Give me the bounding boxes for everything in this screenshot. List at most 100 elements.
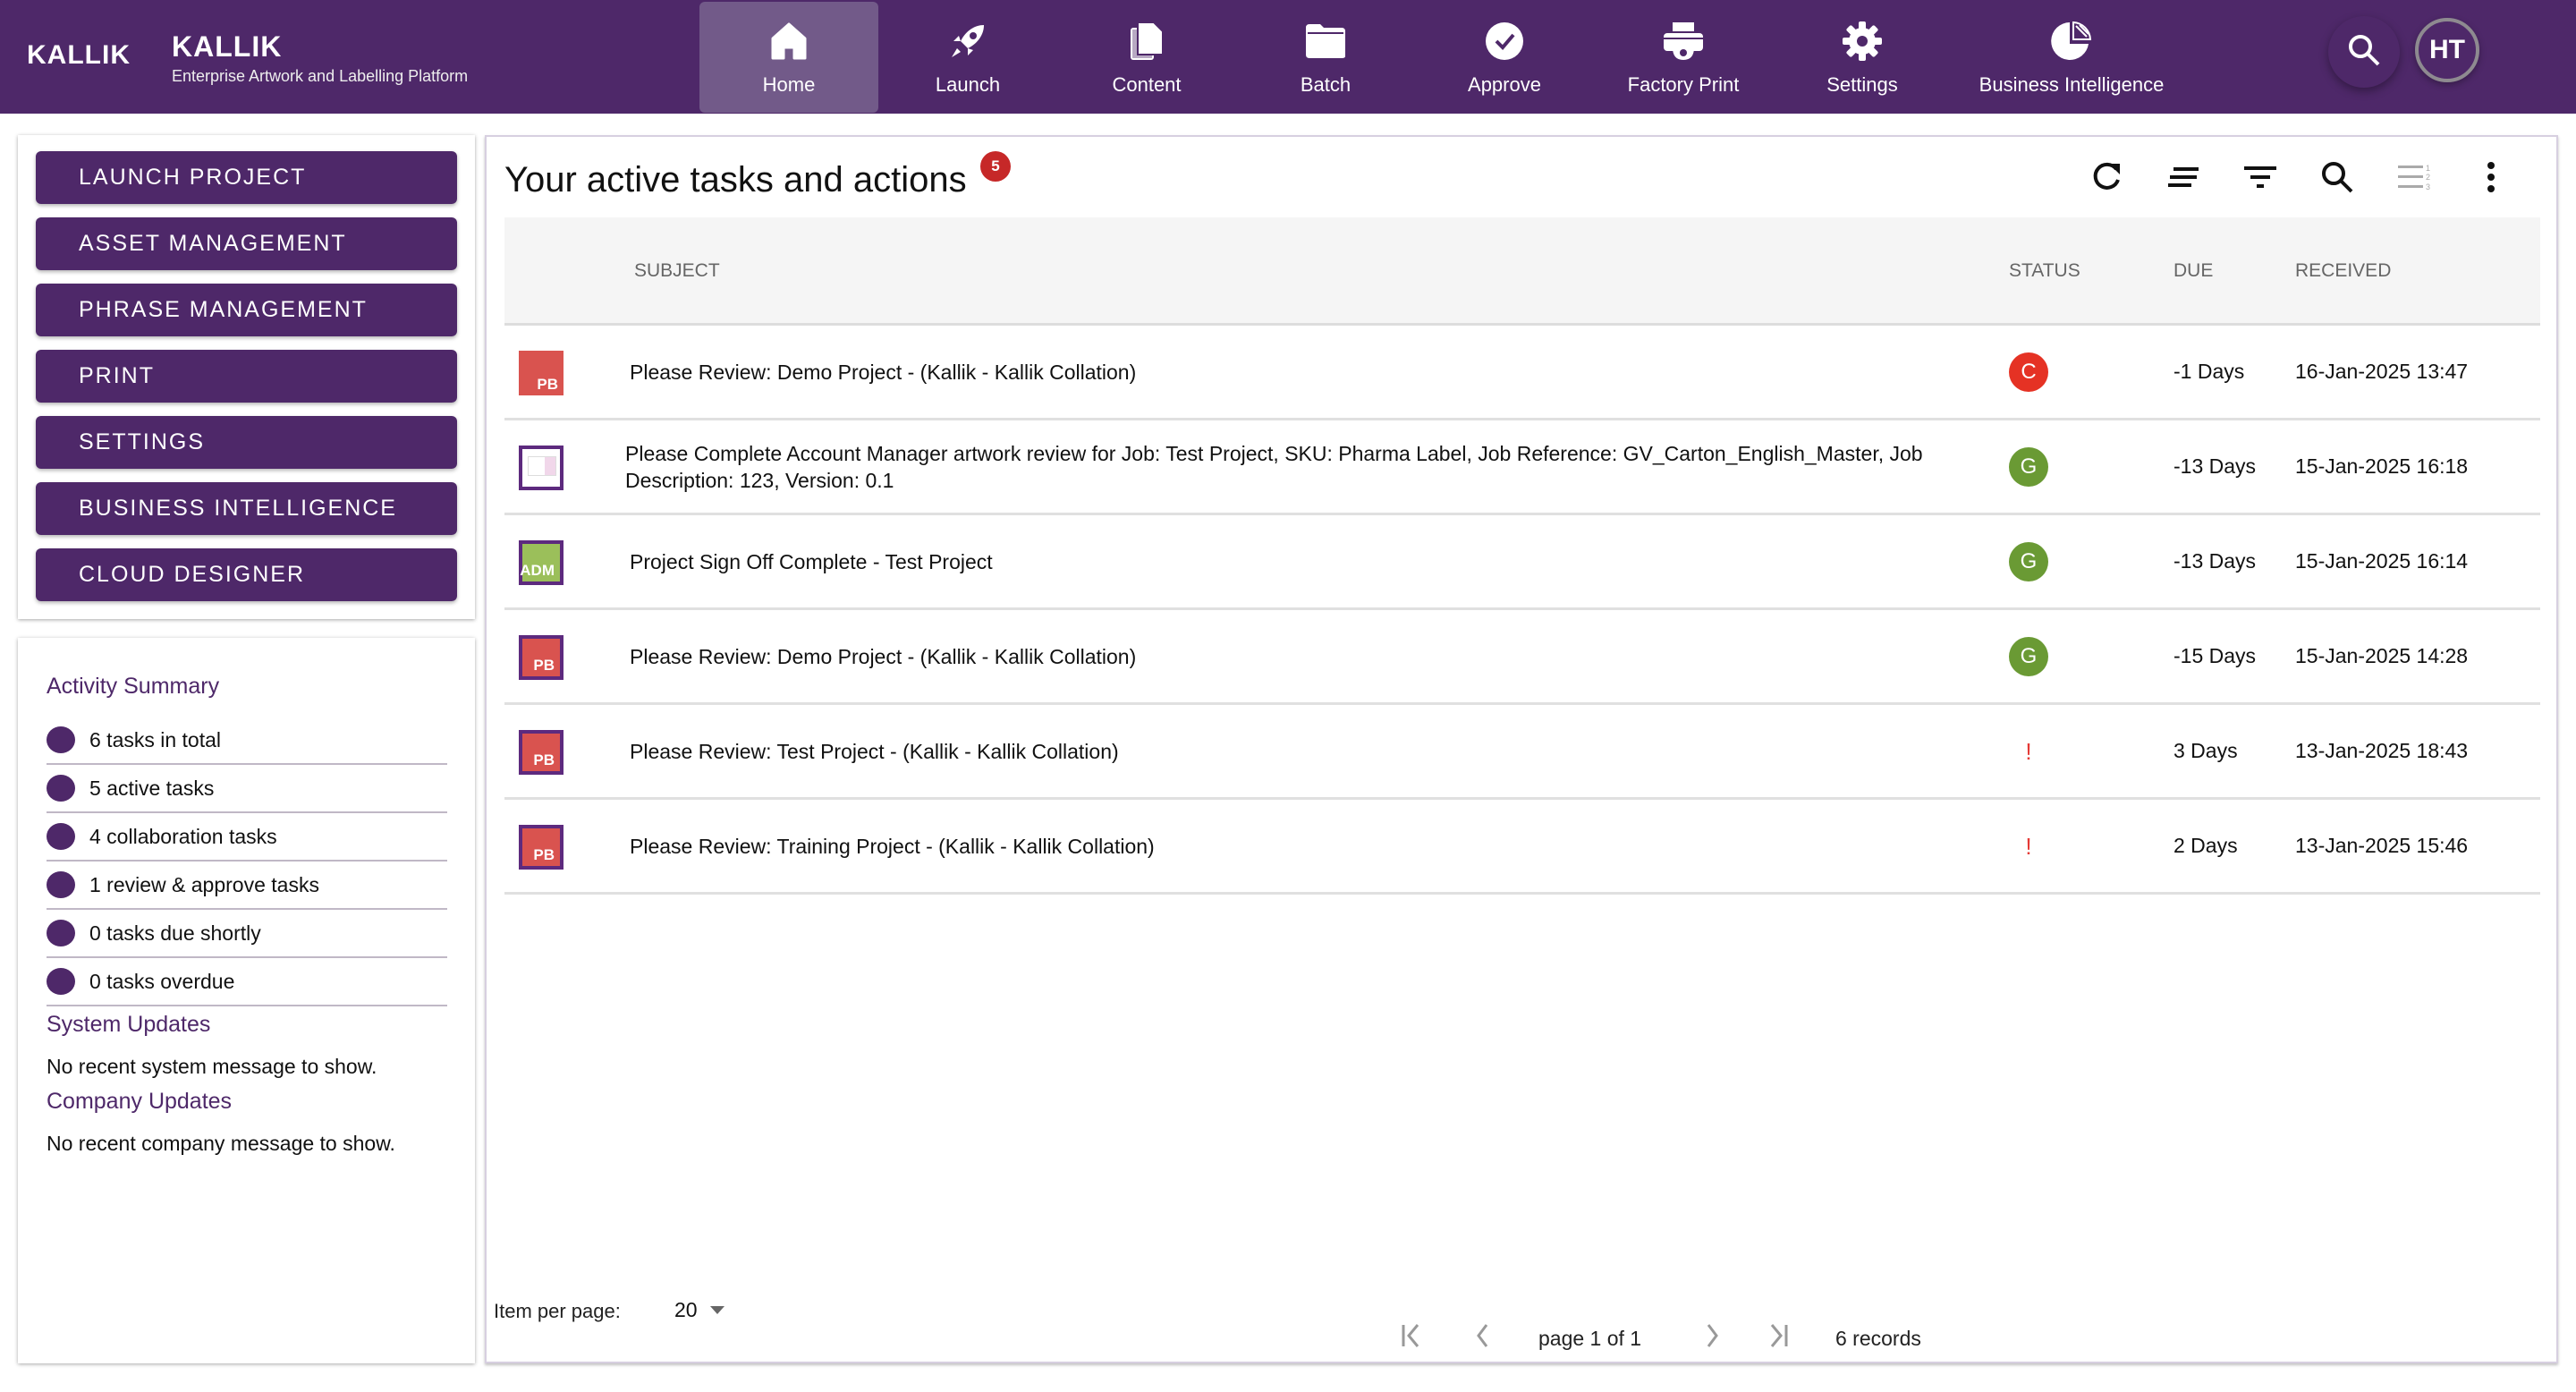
- task-subject[interactable]: Please Review: Training Project - (Kalli…: [630, 800, 1945, 892]
- table-row[interactable]: PB Please Review: Test Project - (Kallik …: [504, 705, 2540, 800]
- column-subject[interactable]: SUBJECT: [634, 260, 720, 282]
- numbered-list-button[interactable]: 123: [2376, 153, 2453, 205]
- artwork-thumbnail[interactable]: [519, 446, 564, 490]
- column-due[interactable]: DUE: [2174, 260, 2213, 282]
- nav-factory-print[interactable]: Factory Print: [1594, 2, 1773, 113]
- nav-launch[interactable]: Launch: [878, 2, 1057, 113]
- phrase-management-button[interactable]: PHRASE MANAGEMENT: [36, 284, 457, 336]
- home-icon: [767, 20, 810, 63]
- company-updates-title: Company Updates: [47, 1089, 233, 1114]
- task-subject[interactable]: Please Complete Account Manager artwork …: [625, 420, 1940, 513]
- table-row[interactable]: PB Please Review: Demo Project - (Kallik …: [504, 326, 2540, 420]
- search-icon: [2320, 160, 2354, 199]
- task-type-thumbnail[interactable]: PB: [519, 635, 564, 680]
- first-page-button[interactable]: [1394, 1320, 1429, 1355]
- bullet-icon: [47, 823, 75, 850]
- column-status[interactable]: STATUS: [2009, 260, 2080, 282]
- print-button[interactable]: PRINT: [36, 350, 457, 403]
- due-value: -13 Days: [2174, 549, 2257, 573]
- task-subject[interactable]: Please Review: Demo Project - (Kallik - …: [630, 326, 1945, 418]
- folder-icon: [1304, 20, 1347, 63]
- activity-summary-title: Activity Summary: [47, 674, 220, 699]
- nav-business-intelligence-label: Business Intelligence: [1979, 73, 2165, 96]
- nav-approve[interactable]: Approve: [1415, 2, 1594, 113]
- sort-button[interactable]: [2145, 153, 2222, 205]
- asset-management-button[interactable]: ASSET MANAGEMENT: [36, 217, 457, 270]
- last-page-icon: [1765, 1322, 1792, 1354]
- items-per-page-select[interactable]: 20: [674, 1298, 724, 1322]
- summary-item[interactable]: 5 active tasks: [47, 765, 447, 813]
- nav-batch[interactable]: Batch: [1236, 2, 1415, 113]
- task-type-thumbnail[interactable]: ADM: [519, 540, 564, 585]
- tasks-table: SUBJECT STATUS DUE RECEIVED PB Please Rev…: [504, 217, 2540, 895]
- summary-item[interactable]: 4 collaboration tasks: [47, 813, 447, 862]
- task-type-thumbnail[interactable]: PB: [519, 825, 564, 870]
- summary-item-text: 0 tasks overdue: [89, 969, 235, 993]
- more-vertical-icon: [2486, 161, 2496, 198]
- global-search-button[interactable]: [2328, 16, 2400, 88]
- summary-item[interactable]: 0 tasks overdue: [47, 958, 447, 1006]
- search-button[interactable]: [2299, 153, 2376, 205]
- filter-button[interactable]: [2222, 153, 2299, 205]
- task-subject[interactable]: Project Sign Off Complete - Test Project: [630, 515, 1945, 607]
- column-received[interactable]: RECEIVED: [2295, 260, 2391, 282]
- status-badge: G: [2009, 542, 2048, 581]
- next-page-button[interactable]: [1694, 1320, 1730, 1355]
- search-icon: [2346, 32, 2382, 72]
- rocket-icon: [946, 20, 989, 63]
- active-tasks-badge: 5: [980, 151, 1011, 182]
- last-page-button[interactable]: [1760, 1320, 1796, 1355]
- table-row[interactable]: PB Please Review: Demo Project - (Kallik …: [504, 610, 2540, 705]
- thumbnail-label: PB: [533, 657, 555, 674]
- status-badge: !: [2025, 832, 2032, 860]
- table-header: SUBJECT STATUS DUE RECEIVED: [504, 217, 2540, 326]
- items-per-page-label: Item per page:: [494, 1300, 621, 1322]
- nav-approve-label: Approve: [1468, 73, 1541, 96]
- nav-launch-label: Launch: [935, 73, 1001, 96]
- task-type-thumbnail[interactable]: PB: [519, 351, 564, 395]
- nav-home-label: Home: [762, 73, 816, 96]
- task-subject[interactable]: Please Review: Demo Project - (Kallik - …: [630, 610, 1945, 702]
- table-row[interactable]: PB Please Review: Training Project - (Kal…: [504, 800, 2540, 895]
- summary-item-text: 4 collaboration tasks: [89, 824, 277, 848]
- nav-content[interactable]: Content: [1057, 2, 1236, 113]
- activity-summary-list: 6 tasks in total 5 active tasks 4 collab…: [47, 717, 447, 1006]
- table-row[interactable]: ADM Project Sign Off Complete - Test Proj…: [504, 515, 2540, 610]
- chevron-left-icon: [1470, 1322, 1496, 1354]
- top-navigation-bar: KALLIK KALLIK Enterprise Artwork and Lab…: [0, 0, 2576, 114]
- summary-item[interactable]: 6 tasks in total: [47, 717, 447, 765]
- cloud-designer-button[interactable]: CLOUD DESIGNER: [36, 548, 457, 601]
- bullet-icon: [47, 775, 75, 802]
- previous-page-button[interactable]: [1465, 1320, 1501, 1355]
- nav-home[interactable]: Home: [699, 2, 878, 113]
- activity-summary-panel: Activity Summary 6 tasks in total 5 acti…: [18, 638, 475, 1363]
- summary-item[interactable]: 1 review & approve tasks: [47, 862, 447, 910]
- documents-icon: [1125, 20, 1168, 63]
- nav-settings[interactable]: Settings: [1773, 2, 1952, 113]
- refresh-button[interactable]: [2068, 153, 2145, 205]
- task-subject[interactable]: Please Review: Test Project - (Kallik - …: [630, 705, 1945, 797]
- task-type-thumbnail[interactable]: PB: [519, 730, 564, 775]
- table-row[interactable]: Please Complete Account Manager artwork …: [504, 420, 2540, 515]
- main-nav: Home Launch Content Batch Approve Factor…: [699, 2, 2191, 113]
- business-intelligence-button[interactable]: BUSINESS INTELLIGENCE: [36, 482, 457, 535]
- summary-item[interactable]: 0 tasks due shortly: [47, 910, 447, 958]
- kallik-logo[interactable]: KALLIK: [27, 39, 131, 72]
- launch-project-button[interactable]: LAUNCH PROJECT: [36, 151, 457, 204]
- nav-settings-label: Settings: [1826, 73, 1898, 96]
- system-updates-title: System Updates: [47, 1012, 211, 1037]
- user-avatar[interactable]: HT: [2415, 18, 2479, 82]
- thumbnail-label: PB: [533, 751, 555, 768]
- more-options-button[interactable]: [2453, 153, 2529, 205]
- summary-item-text: 6 tasks in total: [89, 727, 222, 751]
- page-indicator: page 1 of 1: [1538, 1327, 1642, 1350]
- nav-business-intelligence[interactable]: Business Intelligence: [1952, 2, 2191, 113]
- first-page-icon: [1398, 1322, 1425, 1354]
- nav-content-label: Content: [1112, 73, 1182, 96]
- summary-item-text: 1 review & approve tasks: [89, 872, 319, 896]
- brand-subtitle: Enterprise Artwork and Labelling Platfor…: [172, 67, 469, 85]
- due-value: -1 Days: [2174, 360, 2245, 383]
- received-value: 15-Jan-2025 16:18: [2295, 454, 2469, 478]
- dropdown-caret-icon: [709, 1306, 724, 1314]
- settings-button[interactable]: SETTINGS: [36, 416, 457, 469]
